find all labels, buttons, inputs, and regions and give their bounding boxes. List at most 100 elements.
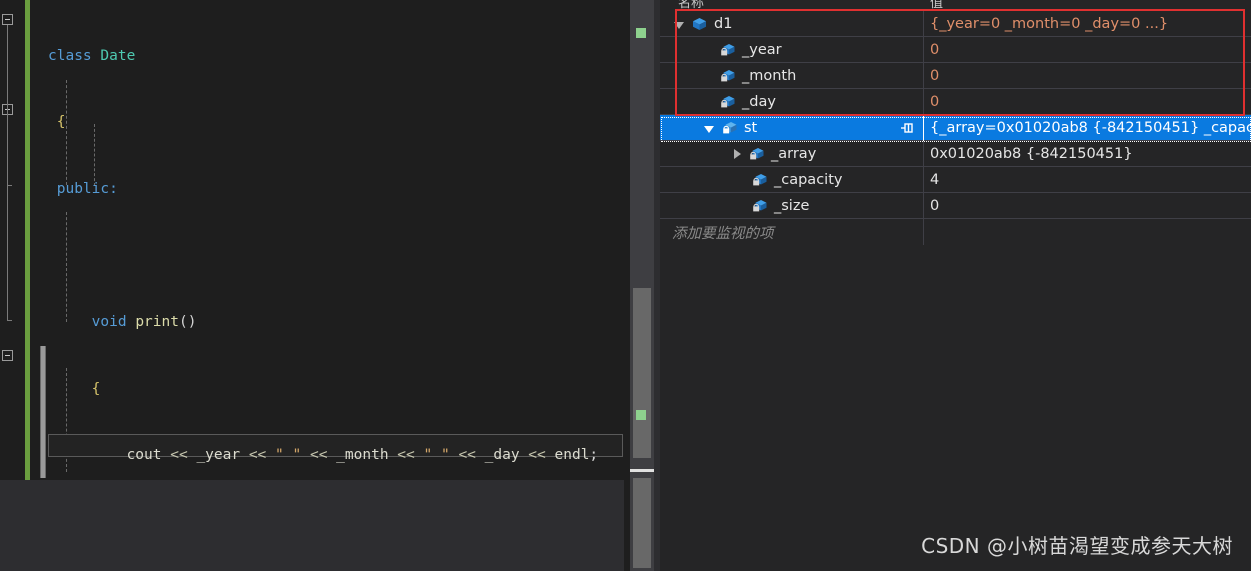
token-brace-open: { (56, 114, 66, 131)
watch-name-text-year: _year (742, 42, 782, 58)
watch-name-cell-array[interactable]: _array (660, 141, 923, 167)
token-keyword-void: void (91, 313, 127, 330)
watch-rows-container[interactable]: d1 {_year=0 _month=0 _day=0 ...} _year 0 (660, 11, 1251, 245)
token-type-date: Date (100, 47, 136, 64)
watch-name-cell-day[interactable]: _day (660, 89, 923, 115)
watch-name-text-st: st (744, 120, 758, 136)
token-year: _year (196, 447, 241, 464)
watch-name-text-day: _day (742, 94, 776, 110)
token-keyword-class: class (48, 47, 92, 64)
watch-value-text-capacity: 4 (930, 172, 940, 188)
watch-add-item-value-cell[interactable] (924, 219, 1251, 245)
watch-row-st[interactable]: st {_array=0x01020ab8 {-842150451} _capa… (660, 115, 1251, 141)
watch-value-text-year: 0 (930, 42, 940, 58)
code-line-3[interactable]: public: (30, 178, 624, 200)
watch-value-cell-st[interactable]: {_array=0x01020ab8 {-842150451} _capac (924, 115, 1251, 141)
scrollbar-thumb-upper[interactable] (633, 288, 651, 458)
watch-value-cell-year[interactable]: 0 (924, 37, 1251, 63)
token-shift-2: << (248, 447, 267, 464)
fold-guide-print-end (7, 185, 12, 186)
watch-value-text-st: {_array=0x01020ab8 {-842150451} _capac (930, 120, 1251, 136)
watch-add-item-cell[interactable]: 添加要监视的项 (660, 219, 923, 245)
token-shift-6: << (528, 447, 546, 464)
watch-name-text-d1: d1 (714, 16, 733, 32)
chevron-down-icon[interactable] (674, 22, 684, 29)
fold-toggle-main[interactable] (2, 350, 13, 361)
watch-name-cell-st[interactable]: st (660, 115, 923, 141)
watch-name-cell-d1[interactable]: d1 (660, 11, 923, 37)
watch-row-month[interactable]: _month 0 (660, 63, 1251, 89)
editor-surface[interactable]: class Date { public: void print() { cout… (0, 0, 624, 530)
token-month: _month (336, 447, 389, 464)
scrollbar-thumb-lower[interactable] (633, 478, 651, 568)
code-line-1[interactable]: class Date (30, 45, 624, 67)
column-header-name[interactable]: 名称 (678, 0, 704, 11)
watch-row-d1[interactable]: d1 {_year=0 _month=0 _day=0 ...} (660, 11, 1251, 37)
token-cout: cout (126, 447, 162, 464)
column-header-value[interactable]: 值 (930, 0, 943, 11)
token-brace-open-print: { (91, 380, 101, 397)
private-cube-icon (720, 43, 735, 57)
watch-value-text-day: 0 (930, 94, 940, 110)
watch-value-text-d1: {_year=0 _month=0 _day=0 ...} (930, 16, 1169, 32)
watch-row-array[interactable]: _array 0x01020ab8 {-842150451} (660, 141, 1251, 167)
watch-row-capacity[interactable]: _capacity 4 (660, 167, 1251, 193)
watch-value-text-size: 0 (930, 198, 940, 214)
scrollbar-change-marker-bottom (636, 410, 646, 420)
watch-value-text-month: 0 (930, 68, 940, 84)
scrollbar-caret-position (630, 469, 654, 472)
private-cube-icon (722, 121, 737, 135)
watch-value-cell-size[interactable]: 0 (924, 193, 1251, 219)
watch-row-day[interactable]: _day 0 (660, 89, 1251, 115)
watch-add-item-row[interactable]: 添加要监视的项 (660, 219, 1251, 245)
watch-value-cell-month[interactable]: 0 (924, 63, 1251, 89)
private-cube-icon (720, 69, 735, 83)
watch-row-size[interactable]: _size 0 (660, 193, 1251, 219)
code-line-6[interactable]: { (30, 378, 624, 400)
private-cube-icon (752, 173, 767, 187)
token-semicolon-cout: ; (589, 447, 599, 464)
token-day: _day (484, 447, 520, 464)
token-shift-5: << (458, 447, 476, 464)
fold-guide-print (7, 115, 8, 185)
watch-name-cell-capacity[interactable]: _capacity (660, 167, 923, 193)
token-shift-4: << (397, 447, 415, 464)
watch-name-cell-size[interactable]: _size (660, 193, 923, 219)
watch-window[interactable]: 名称 值 d1 {_year=0 _month=0 _day=0 ...} _y… (660, 0, 1251, 571)
editor-empty-area (0, 480, 624, 571)
fold-toggle-class-date[interactable] (2, 14, 13, 25)
token-string-space-1: " " (275, 447, 302, 464)
watch-value-cell-capacity[interactable]: 4 (924, 167, 1251, 193)
visual-studio-debug-window: class Date { public: void print() { cout… (0, 0, 1251, 571)
token-keyword-public: public: (56, 180, 118, 197)
watch-value-cell-day[interactable]: 0 (924, 89, 1251, 115)
code-line-7[interactable]: cout << _year << " " << _month << " " <<… (30, 444, 624, 466)
private-cube-icon (749, 147, 764, 161)
code-line-2[interactable]: { (30, 111, 624, 133)
private-cube-icon (752, 199, 767, 213)
chevron-down-icon[interactable] (704, 126, 714, 133)
editor-vertical-scrollbar[interactable] (630, 0, 654, 571)
token-string-space-2: " " (423, 447, 450, 464)
watch-row-year[interactable]: _year 0 (660, 37, 1251, 63)
chevron-right-icon[interactable] (734, 149, 741, 159)
watch-value-cell-d1[interactable]: {_year=0 _month=0 _day=0 ...} (924, 11, 1251, 37)
watermark-text: CSDN @小树苗渴望变成参天大树 (921, 534, 1233, 558)
watch-name-text-capacity: _capacity (774, 172, 843, 188)
watch-name-text-array: _array (771, 146, 817, 162)
watch-add-item-placeholder: 添加要监视的项 (672, 225, 774, 242)
watch-value-text-array: 0x01020ab8 {-842150451} (930, 146, 1133, 162)
watch-name-cell-month[interactable]: _month (660, 63, 923, 89)
code-line-5[interactable]: void print() (30, 311, 624, 333)
watch-name-text-size: _size (774, 198, 810, 214)
watch-name-text-month: _month (742, 68, 797, 84)
code-text[interactable]: class Date { public: void print() { cout… (30, 0, 624, 530)
pin-icon[interactable] (900, 121, 915, 135)
watch-value-cell-array[interactable]: 0x01020ab8 {-842150451} (924, 141, 1251, 167)
token-parens-print: () (178, 313, 197, 330)
watch-name-cell-year[interactable]: _year (660, 37, 923, 63)
fold-guide-class-end (7, 320, 12, 321)
token-function-print: print (135, 313, 179, 330)
code-line-4[interactable] (30, 244, 624, 266)
token-shift-1: << (170, 447, 188, 464)
